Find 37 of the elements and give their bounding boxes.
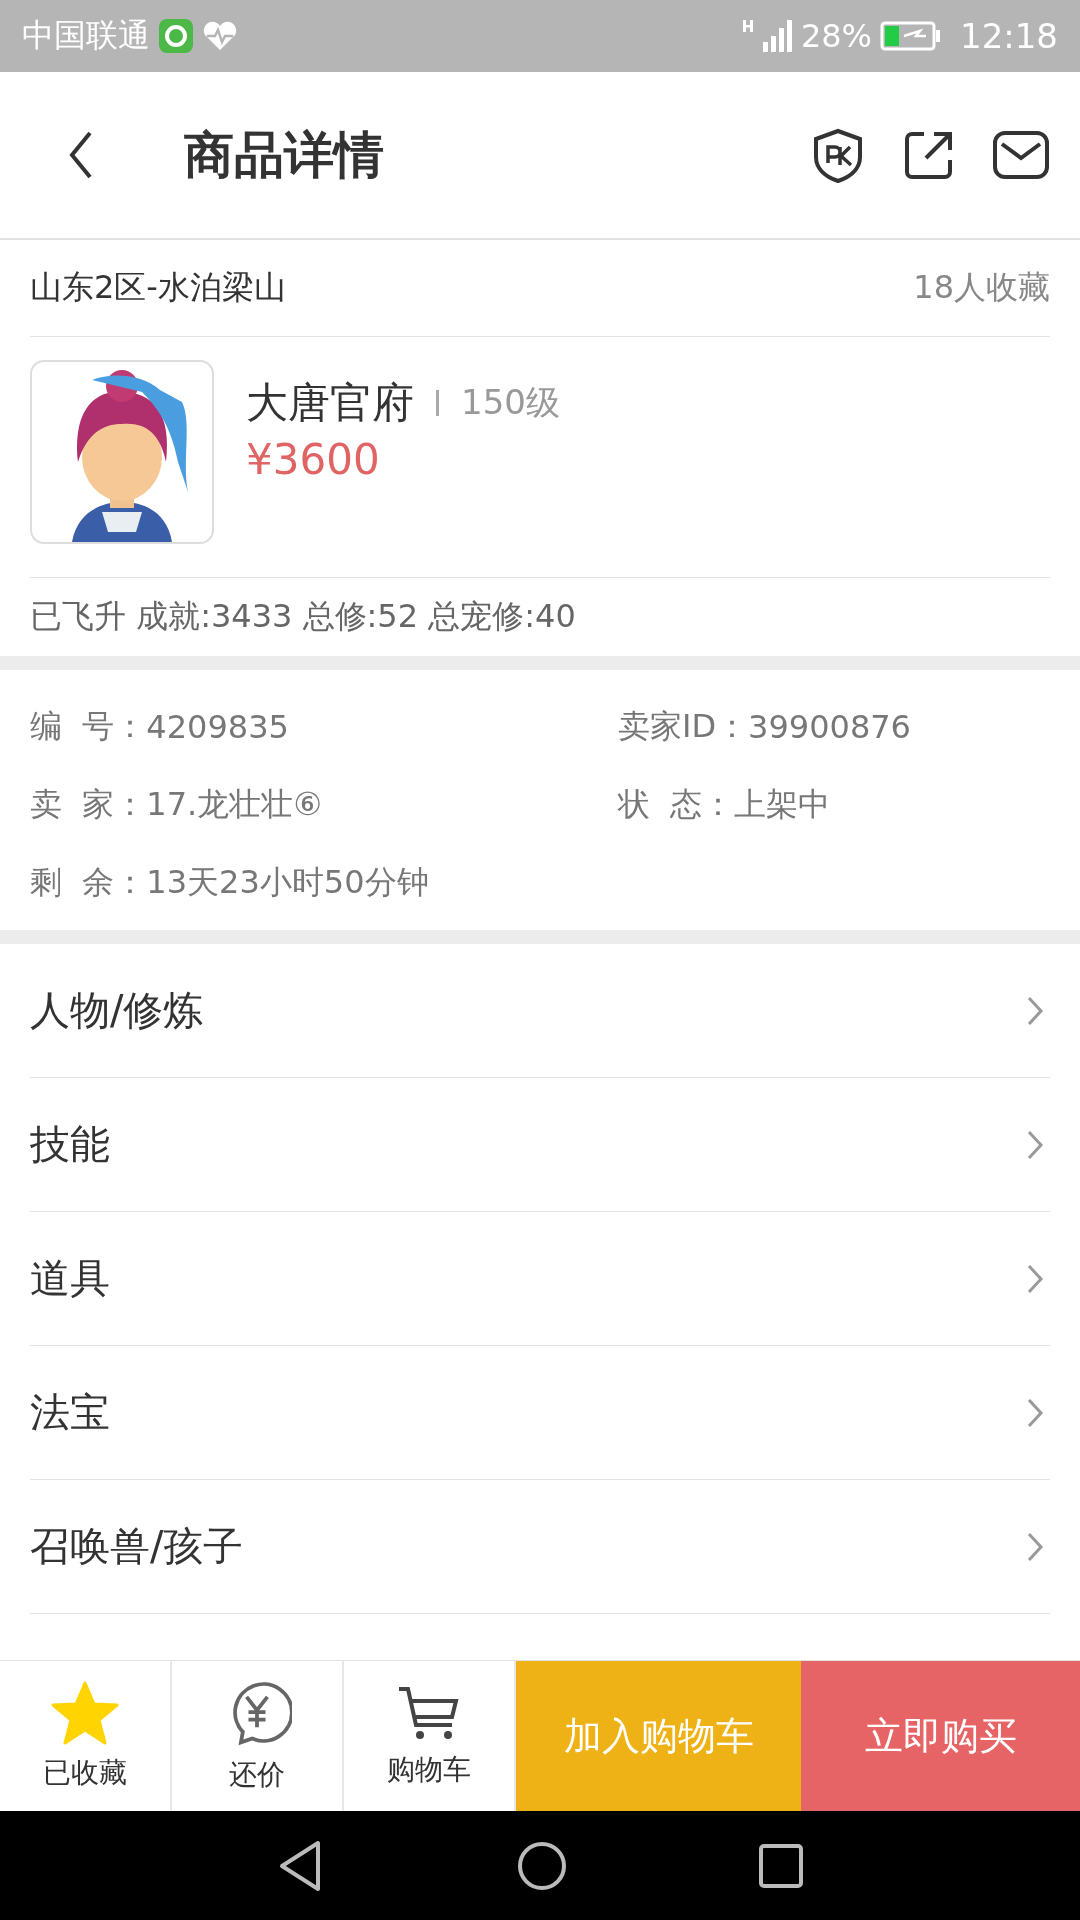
chevron-right-icon [1026, 1128, 1044, 1161]
chevron-right-icon [1026, 994, 1044, 1027]
chat-app-icon [158, 18, 194, 54]
clock: 12:18 [960, 16, 1058, 56]
info-label: 状 态： [618, 784, 735, 825]
info-value: 上架中 [734, 784, 831, 825]
section-row[interactable]: 法宝 [30, 1346, 1050, 1480]
server-name: 山东2区-水泊梁山 [30, 267, 286, 308]
battery-icon [880, 21, 942, 51]
recents-icon[interactable] [758, 1842, 804, 1889]
info-label: 剩 余： [30, 862, 147, 903]
section-row[interactable]: 技能 [30, 1078, 1050, 1212]
info-label: 编 号： [30, 706, 147, 747]
info-value: 4209835 [146, 708, 289, 746]
info-value: 17.龙壮壮⑥ [146, 784, 322, 825]
info-value: 39900876 [748, 708, 911, 746]
section-row[interactable]: 召唤兽/孩子 [30, 1480, 1050, 1614]
chevron-right-icon [1026, 1262, 1044, 1295]
character-school: 大唐官府 [246, 376, 414, 429]
character-stats: 已飞升 成就:3433 总修:52 总宠修:40 [30, 596, 577, 637]
signal-icon [740, 18, 793, 54]
heart-icon [202, 20, 238, 52]
character-level: 150级 [461, 380, 560, 424]
price: ¥3600 [246, 434, 381, 484]
section-row[interactable]: 人物/修炼 [30, 944, 1050, 1078]
chevron-right-icon [1026, 1396, 1044, 1429]
favorites-count: 18人收藏 [913, 267, 1050, 308]
info-value: 13天23小时50分钟 [146, 862, 429, 903]
carrier-name: 中国联通 [22, 15, 150, 56]
page-title: 商品详情 [184, 124, 384, 186]
chevron-right-icon [1026, 1530, 1044, 1563]
home-icon[interactable] [516, 1839, 568, 1892]
mail-icon[interactable] [992, 130, 1050, 180]
battery-percent: 28% [800, 17, 872, 55]
info-label: 卖家ID： [618, 706, 749, 747]
section-row[interactable]: 道具 [30, 1212, 1050, 1346]
info-label: 卖 家： [30, 784, 147, 825]
